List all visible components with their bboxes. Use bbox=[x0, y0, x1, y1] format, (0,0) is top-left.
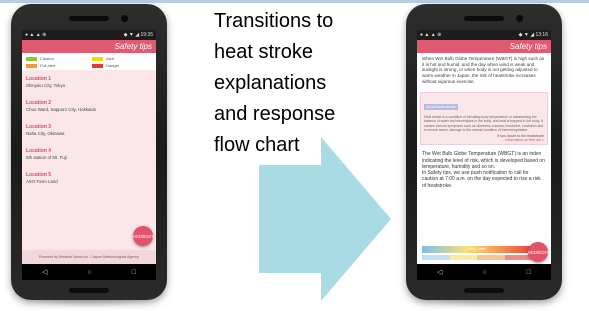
location-address: Naha City, Okinawa bbox=[26, 131, 65, 136]
scale-segment bbox=[477, 255, 505, 260]
first-aid-link[interactable]: → Information on first aid > bbox=[424, 138, 544, 142]
location-value: - bbox=[26, 89, 28, 94]
risk-level-scale bbox=[422, 255, 532, 260]
front-camera bbox=[121, 15, 128, 22]
right-screen: ● ▲ ▲ ⊕ ◆ ▼ ◢ 13:16 Safety tips When Wet… bbox=[417, 30, 551, 280]
intro-text: When Wet Bulb Globe Temperature (WBGT) i… bbox=[422, 56, 545, 84]
caption-line: Transitions to bbox=[214, 10, 334, 32]
legend-label: Danger bbox=[106, 63, 120, 68]
add-edit-button[interactable]: ADD/EDIT bbox=[132, 226, 154, 246]
legend-item-caution: Caution bbox=[26, 56, 86, 61]
app-logo: Safety tips bbox=[509, 42, 547, 51]
box-text: Heat stroke is a condition of elevating … bbox=[424, 114, 544, 132]
arrow-shape bbox=[259, 137, 391, 301]
legend-item-full-alert: Full alert bbox=[26, 63, 86, 68]
left-screen: ● ▲ ▲ ⊕ ◆ ▼ ◢ 19:35 Safety tips Caution … bbox=[22, 30, 156, 280]
location-value: - bbox=[26, 137, 28, 142]
credit-footer: Powered by Weather News Inc. / Japan Met… bbox=[22, 250, 156, 264]
legend-label: Alert bbox=[106, 56, 115, 61]
app-logo: Safety tips bbox=[114, 42, 152, 51]
location-address: 5th station of Mt. Fuji bbox=[26, 155, 67, 160]
status-icons-left: ● ▲ ▲ ⊕ bbox=[25, 32, 47, 38]
back-icon[interactable]: ◁ bbox=[42, 268, 47, 276]
risk-legend: Caution Alert Full alert Danger bbox=[22, 53, 156, 70]
location-value: - bbox=[26, 185, 28, 190]
scale-segment bbox=[422, 255, 450, 260]
legend-label: Caution bbox=[40, 56, 54, 61]
recent-apps-icon[interactable]: □ bbox=[132, 269, 136, 276]
location-address: Chuo Ward, Sapporo City, Hokkaido bbox=[26, 107, 97, 112]
home-icon[interactable]: ○ bbox=[87, 269, 91, 276]
legend-swatch bbox=[26, 56, 37, 61]
legend-swatch bbox=[26, 63, 37, 68]
location-item-2[interactable]: Location 2 Chuo Ward, Sapporo City, Hokk… bbox=[22, 100, 156, 118]
location-value: - bbox=[26, 161, 28, 166]
speaker-grille bbox=[69, 16, 109, 21]
scale-segment bbox=[449, 255, 477, 260]
app-bar: Safety tips bbox=[417, 40, 551, 53]
location-item-3[interactable]: Location 3 Naha City, Okinawa - bbox=[22, 124, 156, 142]
risk-level-bar: Risk Level bbox=[422, 246, 532, 253]
status-bar: ● ▲ ▲ ⊕ ◆ ▼ ◢ 13:16 bbox=[417, 30, 551, 40]
caption-line: explanations bbox=[214, 72, 327, 94]
caption-line: heat stroke bbox=[214, 41, 313, 63]
speaker-grille bbox=[464, 16, 504, 21]
app-bar: Safety tips bbox=[22, 40, 156, 53]
home-icon[interactable]: ○ bbox=[482, 269, 486, 276]
top-rule bbox=[0, 0, 589, 3]
transition-arrow bbox=[259, 137, 391, 301]
front-camera bbox=[516, 15, 523, 22]
status-icons-right: ◆ ▼ ◢ 13:16 bbox=[518, 32, 548, 38]
location-item-4[interactable]: Location 4 5th station of Mt. Fuji - bbox=[22, 148, 156, 166]
legend-label: Full alert bbox=[40, 63, 56, 68]
location-item-1[interactable]: Location 1 Shinjuku City, Tokyo - bbox=[22, 76, 156, 94]
location-value: - bbox=[26, 113, 28, 118]
box-title: About heat stroke bbox=[424, 103, 458, 110]
legend-swatch bbox=[92, 56, 103, 61]
section-text: The Wet Bulb Globe Temperature (WBGT) is… bbox=[422, 151, 545, 189]
location-title: Location 5 bbox=[26, 172, 52, 178]
status-icons-right: ◆ ▼ ◢ 19:35 bbox=[123, 32, 153, 38]
wbgt-intro: When Wet Bulb Globe Temperature (WBGT) i… bbox=[417, 53, 551, 88]
wbgt-section: The Wet Bulb Globe Temperature (WBGT) is… bbox=[417, 149, 551, 191]
legend-swatch bbox=[92, 63, 103, 68]
location-address: ASO Farm Land bbox=[26, 179, 58, 184]
location-title: Location 3 bbox=[26, 124, 52, 130]
location-address: Shinjuku City, Tokyo bbox=[26, 83, 66, 88]
back-icon[interactable]: ◁ bbox=[437, 268, 442, 276]
legend-item-danger: Danger bbox=[92, 63, 152, 68]
add-edit-button[interactable]: ADD/EDIT bbox=[527, 242, 549, 262]
location-title: Location 4 bbox=[26, 148, 52, 154]
recent-apps-icon[interactable]: □ bbox=[527, 269, 531, 276]
status-icons-left: ● ▲ ▲ ⊕ bbox=[420, 32, 442, 38]
heat-stroke-box: About heat stroke Heat stroke is a condi… bbox=[420, 91, 548, 146]
location-item-5[interactable]: Location 5 ASO Farm Land - bbox=[22, 172, 156, 190]
nav-bar: ◁ ○ □ bbox=[417, 264, 551, 280]
location-title: Location 2 bbox=[26, 100, 52, 106]
nav-bar: ◁ ○ □ bbox=[22, 264, 156, 280]
legend-item-alert: Alert bbox=[92, 56, 152, 61]
caption-line: and response bbox=[214, 103, 336, 125]
location-title: Location 1 bbox=[26, 76, 52, 82]
bottom-speaker bbox=[464, 288, 504, 293]
right-phone: ● ▲ ▲ ⊕ ◆ ▼ ◢ 13:16 Safety tips When Wet… bbox=[406, 4, 562, 300]
left-phone: ● ▲ ▲ ⊕ ◆ ▼ ◢ 19:35 Safety tips Caution … bbox=[11, 4, 167, 300]
bottom-speaker bbox=[69, 288, 109, 293]
status-bar: ● ▲ ▲ ⊕ ◆ ▼ ◢ 19:35 bbox=[22, 30, 156, 40]
